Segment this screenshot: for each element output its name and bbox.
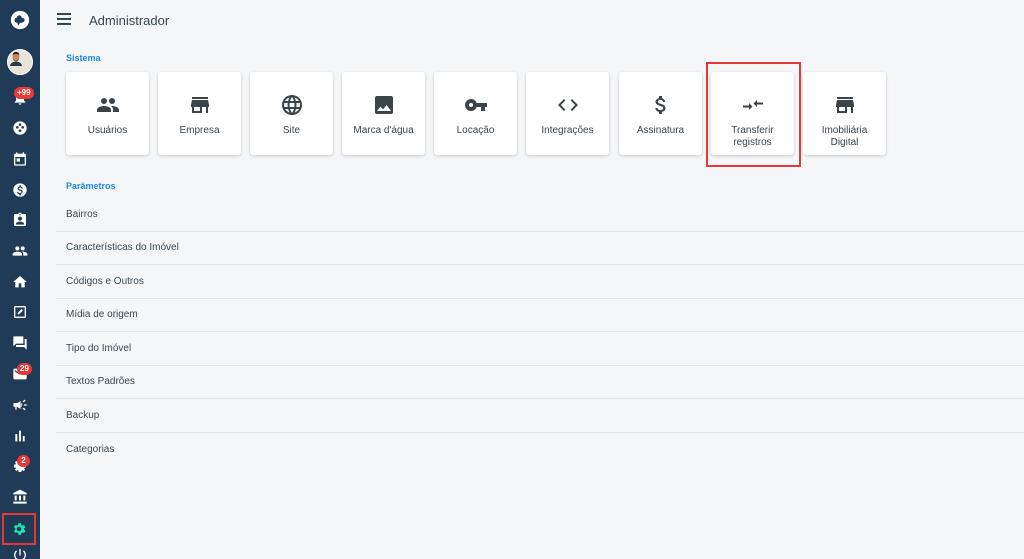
list-item[interactable]: Mídia de origem [56,299,1024,332]
card-digital-realty[interactable]: Imobiliária Digital [803,72,886,155]
app-logo-icon[interactable] [0,4,40,36]
notifications-badge: +99 [14,87,34,99]
list-item[interactable]: Categorias [56,433,1024,467]
dashboard-palette-icon[interactable] [0,114,40,142]
card-transfer-records[interactable]: Transferir registros [711,72,794,155]
megaphone-icon[interactable] [0,391,40,419]
card-label: Integrações [541,125,594,136]
avatar-face-icon [8,50,24,66]
list-item[interactable]: Características do Imóvel [56,232,1024,265]
key-icon [463,92,489,118]
code-icon [555,92,581,118]
storefront-icon [832,92,858,118]
params-list: Bairros Características do Imóvel Código… [56,198,1024,466]
finance-dollar-icon[interactable] [0,176,40,204]
settings-group-icon[interactable]: 2 [0,452,40,480]
page-title: Administrador [89,13,170,28]
user-avatar[interactable] [0,46,40,78]
card-label: Site [282,125,301,136]
list-item[interactable]: Bairros [56,198,1024,232]
mail-badge: 29 [17,363,32,375]
card-label: Assinatura [636,125,685,136]
list-item[interactable]: Tipo do Imóvel [56,332,1024,366]
card-label: Marca d'água [353,125,414,136]
card-rental[interactable]: Locação [434,72,517,155]
top-header: Administrador [40,0,1024,42]
image-icon [371,92,397,118]
store-icon [187,92,213,118]
card-watermark[interactable]: Marca d'água [342,72,425,155]
card-site[interactable]: Site [250,72,333,155]
users-icon [95,92,121,118]
list-item[interactable]: Backup [56,399,1024,433]
card-label: Locação [456,125,495,136]
people-icon[interactable] [0,237,40,265]
calendar-icon[interactable] [0,145,40,173]
admin-settings-icon[interactable] [2,513,36,545]
notifications-bell-icon[interactable]: +99 [0,84,40,112]
card-label: Transferir registros [731,125,774,148]
edit-square-icon[interactable] [0,298,40,326]
home-icon[interactable] [0,268,40,296]
dollar-icon [648,92,674,118]
list-item[interactable]: Textos Padrões [56,366,1024,399]
transfer-icon [740,92,766,118]
card-label: Usuários [87,125,128,136]
settings-group-badge: 2 [17,455,30,467]
sidebar: +99 29 2 [0,0,40,559]
list-item[interactable]: Códigos e Outros [56,265,1024,299]
bank-icon[interactable] [0,483,40,511]
hamburger-menu-icon[interactable] [57,13,71,27]
card-integrations[interactable]: Integrações [526,72,609,155]
contacts-clipboard-icon[interactable] [0,206,40,234]
avatar [7,49,33,75]
section-label-params: Parâmetros [66,181,116,191]
card-users[interactable]: Usuários [66,72,149,155]
card-label: Empresa [179,125,220,136]
chat-icon[interactable] [0,329,40,357]
card-company[interactable]: Empresa [158,72,241,155]
power-icon[interactable] [0,547,40,559]
card-subscription[interactable]: Assinatura [619,72,702,155]
globe-icon [279,92,305,118]
section-label-system: Sistema [66,53,101,63]
card-label: Imobiliária Digital [821,125,868,148]
mail-icon[interactable]: 29 [0,360,40,388]
bar-chart-icon[interactable] [0,422,40,450]
